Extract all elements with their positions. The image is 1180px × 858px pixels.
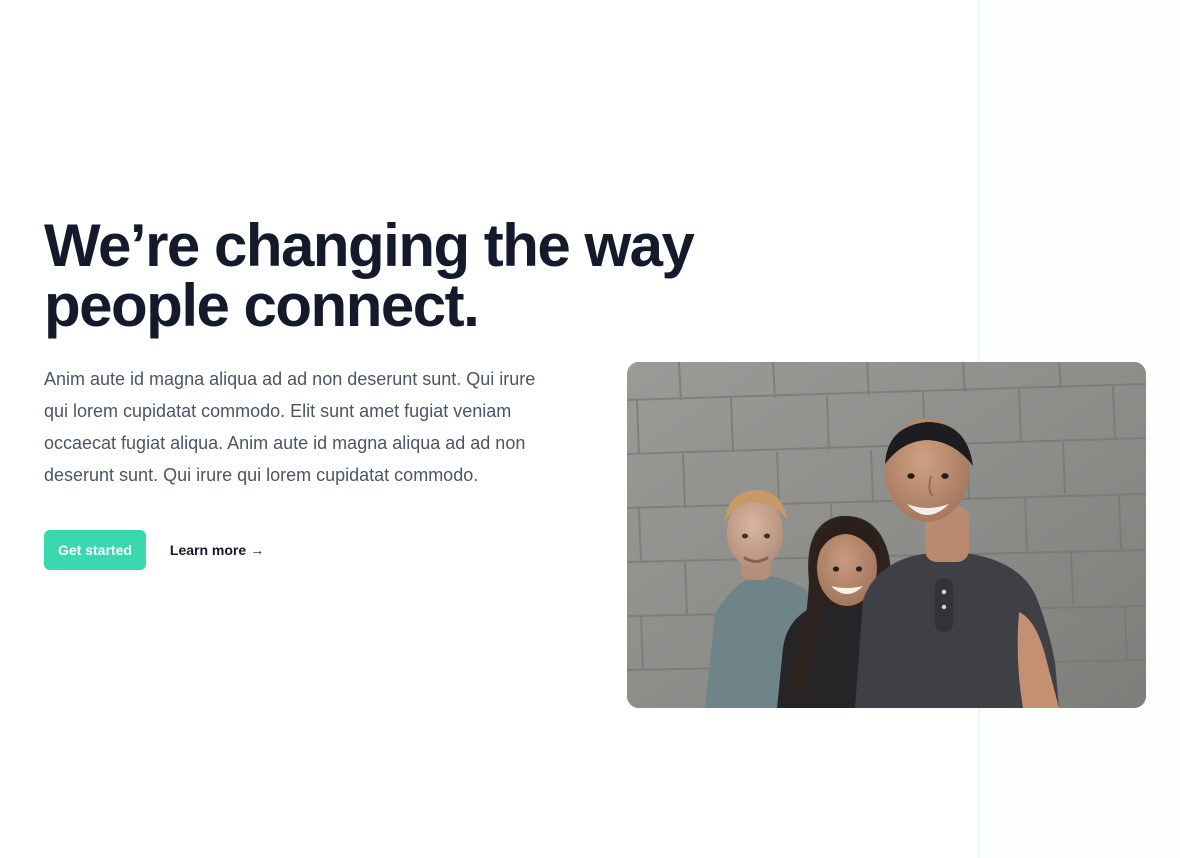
get-started-button[interactable]: Get started <box>44 530 146 570</box>
learn-more-label: Learn more <box>169 542 247 558</box>
arrow-right-icon: → <box>250 542 265 558</box>
hero-page: We’re changing the way people connect. A… <box>0 0 1180 858</box>
learn-more-link[interactable]: Learn more → <box>170 542 264 558</box>
hero-description: Anim aute id magna aliqua ad ad non dese… <box>44 369 536 485</box>
hero-actions: Get started Learn more → <box>44 530 264 570</box>
hero-image <box>627 362 1146 708</box>
hero-title: We’re changing the way people connect. <box>44 212 695 339</box>
group-photo-illustration <box>627 362 1146 708</box>
